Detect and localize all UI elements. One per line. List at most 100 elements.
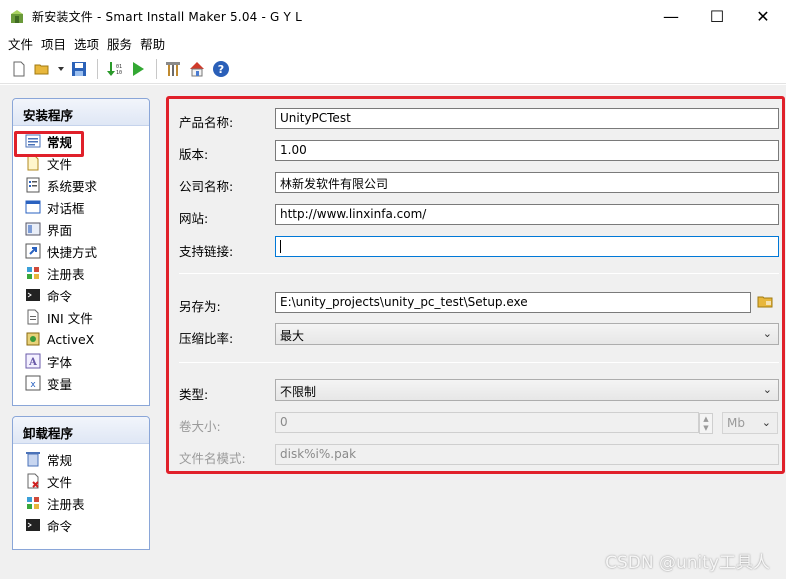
type-label: 类型: <box>179 387 209 402</box>
uninstall-nav-item-label: 注册表 <box>47 496 85 512</box>
menu-options[interactable]: 选项 <box>70 34 103 53</box>
save-icon[interactable] <box>68 58 90 80</box>
menu-bar: 文件 项目 选项 服务 帮助 <box>0 32 786 54</box>
text-caret <box>280 240 281 253</box>
help-icon[interactable]: ? <box>210 58 232 80</box>
shortcut-icon <box>25 243 41 259</box>
svg-text:10: 10 <box>116 70 122 76</box>
uninstall-nav-item[interactable]: 文件 <box>25 470 149 492</box>
registry-icon <box>25 265 41 281</box>
install-nav-item-label: 对话框 <box>47 200 85 216</box>
command-icon <box>25 287 41 303</box>
uninstall-nav-item-label: 常规 <box>47 452 73 468</box>
support-label: 支持链接: <box>179 244 234 259</box>
interface-icon <box>25 221 41 237</box>
install-nav-item[interactable]: A 字体 <box>25 350 149 372</box>
product-name-label: 产品名称: <box>179 115 234 130</box>
volume-size-label: 卷大小: <box>179 419 221 434</box>
font-icon: A <box>25 353 41 369</box>
uninstall-general-icon <box>25 451 41 467</box>
install-nav-item[interactable]: 界面 <box>25 218 149 240</box>
type-select[interactable]: 不限制 ⌄ <box>275 379 779 401</box>
spin-down-icon: ▼ <box>703 424 709 433</box>
dialogs-icon <box>25 199 41 215</box>
filename-pattern-label: 文件名模式: <box>179 451 246 466</box>
build-icon[interactable]: 01 10 <box>103 58 125 80</box>
website-input[interactable]: http://www.linxinfa.com/ <box>275 204 779 225</box>
install-panel-list: 常规 文件 系统要求 对话框 界面 快捷方式 注册表 命令 INI 文件 ActiveX A 字体 x 变… <box>13 126 149 394</box>
svg-text:A: A <box>28 357 37 368</box>
uninstall-command-icon <box>25 517 41 533</box>
active-item-highlight <box>14 131 84 157</box>
app-icon <box>8 7 26 25</box>
svg-text:x: x <box>30 380 36 390</box>
compression-label: 压缩比率: <box>179 331 234 346</box>
run-icon[interactable] <box>127 58 149 80</box>
new-file-icon[interactable] <box>8 58 30 80</box>
volume-unit-value: Mb <box>727 416 745 430</box>
company-input[interactable]: 林新发软件有限公司 <box>275 172 779 193</box>
install-nav-item[interactable]: 注册表 <box>25 262 149 284</box>
install-nav-item[interactable]: 系统要求 <box>25 174 149 196</box>
install-nav-item-label: 字体 <box>47 354 73 370</box>
install-nav-item[interactable]: 命令 <box>25 284 149 306</box>
version-input[interactable]: 1.00 <box>275 140 779 161</box>
install-nav-item-label: INI 文件 <box>47 310 93 326</box>
close-button[interactable]: ✕ <box>740 0 786 32</box>
files-icon <box>25 155 41 171</box>
install-nav-item-label: 系统要求 <box>47 178 98 194</box>
tools-icon[interactable] <box>162 58 184 80</box>
menu-service[interactable]: 服务 <box>103 34 136 53</box>
filename-pattern-input[interactable]: disk%i%.pak <box>275 444 779 465</box>
menu-help[interactable]: 帮助 <box>136 34 169 53</box>
spin-up-icon: ▲ <box>703 414 709 423</box>
install-nav-item[interactable]: ActiveX <box>25 328 149 350</box>
maximize-button[interactable]: ☐ <box>694 0 740 32</box>
toolbar-separator <box>97 59 98 79</box>
uninstall-panel-list: 常规文件注册表命令 <box>13 444 149 536</box>
variable-icon: x <box>25 375 41 391</box>
toolbar-separator <box>156 59 157 79</box>
window-title: 新安装文件 - Smart Install Maker 5.04 - G Y L <box>32 9 302 24</box>
uninstall-nav-item[interactable]: 注册表 <box>25 492 149 514</box>
save-as-label: 另存为: <box>179 299 221 314</box>
open-folder-icon[interactable] <box>32 58 54 80</box>
install-nav-item-label: 快捷方式 <box>47 244 98 260</box>
volume-size-spinner[interactable]: ▲ ▼ <box>699 413 713 434</box>
uninstall-nav-item[interactable]: 常规 <box>25 448 149 470</box>
uninstall-panel-header: 卸载程序 <box>13 417 149 444</box>
product-name-input[interactable]: UnityPCTest <box>275 108 779 129</box>
version-label: 版本: <box>179 147 209 162</box>
website-label: 网站: <box>179 211 209 226</box>
compression-select[interactable]: 最大 ⌄ <box>275 323 779 345</box>
requirements-icon <box>25 177 41 193</box>
install-nav-item[interactable]: INI 文件 <box>25 306 149 328</box>
watermark: CSDN @unity工具人 <box>605 553 770 573</box>
save-as-input[interactable]: E:\unity_projects\unity_pc_test\Setup.ex… <box>275 292 751 313</box>
uninstall-files-icon <box>25 473 41 489</box>
install-nav-item-label: 变量 <box>47 376 73 392</box>
chevron-down-icon: ⌄ <box>762 383 772 396</box>
volume-unit-select[interactable]: Mb ⌄ <box>722 412 778 434</box>
support-input[interactable] <box>275 236 779 257</box>
volume-size-input[interactable]: 0 <box>275 412 699 433</box>
menu-project[interactable]: 项目 <box>37 34 70 53</box>
section-divider <box>179 273 779 274</box>
install-nav-item[interactable]: 对话框 <box>25 196 149 218</box>
menu-file[interactable]: 文件 <box>4 34 37 53</box>
uninstall-registry-icon <box>25 495 41 511</box>
install-nav-item[interactable]: x 变量 <box>25 372 149 394</box>
svg-text:?: ? <box>218 63 224 76</box>
install-nav-item[interactable]: 快捷方式 <box>25 240 149 262</box>
home-icon[interactable] <box>186 58 208 80</box>
chevron-down-icon: ⌄ <box>762 327 772 340</box>
uninstall-panel: 卸载程序 常规文件注册表命令 <box>12 416 150 550</box>
title-bar: 新安装文件 - Smart Install Maker 5.04 - G Y L… <box>0 0 786 32</box>
activex-icon <box>25 331 41 347</box>
minimize-button[interactable]: — <box>648 0 694 32</box>
install-nav-item-label: 注册表 <box>47 266 85 282</box>
uninstall-nav-item[interactable]: 命令 <box>25 514 149 536</box>
dropdown-arrow-icon[interactable] <box>56 58 66 80</box>
uninstall-nav-item-label: 文件 <box>47 474 73 490</box>
browse-folder-icon[interactable] <box>756 292 776 312</box>
